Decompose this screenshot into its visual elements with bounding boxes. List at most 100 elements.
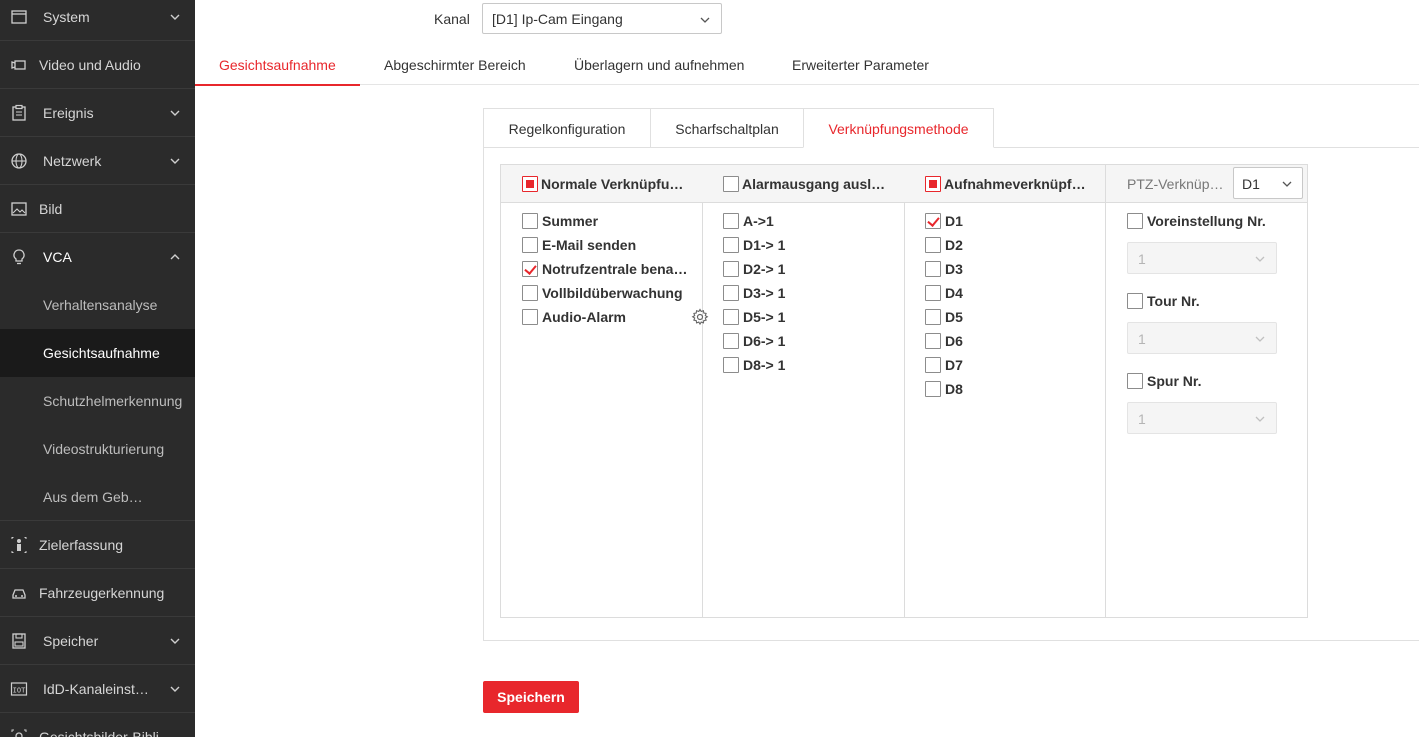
lightbulb-icon <box>13 249 25 265</box>
checkbox[interactable] <box>925 213 941 229</box>
checkbox[interactable] <box>723 357 739 373</box>
option-label: Vollbildüberwachung <box>542 285 683 301</box>
tab-ueberlagern-und-aufnehmen[interactable]: Überlagern und aufnehmen <box>574 44 744 85</box>
chevron-down-icon <box>1255 416 1265 422</box>
sidebar-subitem-label: Aus dem Geb… <box>43 489 143 505</box>
save-button[interactable]: Speichern <box>483 681 579 713</box>
option-label: D6-> 1 <box>743 333 786 349</box>
tab-verknuepfungsmethode[interactable]: Verknüpfungsmethode <box>803 108 994 148</box>
sidebar-subitem-aus-dem-geb[interactable]: Aus dem Geb… <box>0 473 195 521</box>
checkbox[interactable] <box>723 213 739 229</box>
sidebar-item-ereignis[interactable]: Ereignis <box>0 89 195 137</box>
checkbox[interactable] <box>522 213 538 229</box>
alarm-output-header: Alarmausgang ausl… <box>742 176 886 192</box>
sidebar-item-label: System <box>43 9 90 25</box>
sidebar-item-netzwerk[interactable]: Netzwerk <box>0 137 195 185</box>
checkbox[interactable] <box>925 381 941 397</box>
sidebar-subitem-schutzhelmerkennung[interactable]: Schutzhelmerkennung <box>0 377 195 425</box>
option-audio-alarm[interactable]: Audio-Alarm <box>522 308 709 326</box>
option-label: D8 <box>945 381 963 397</box>
kanal-select-value: [D1] Ip-Cam Eingang <box>492 11 623 27</box>
disk-icon <box>12 633 26 649</box>
tab-erweiterter-parameter[interactable]: Erweiterter Parameter <box>792 44 929 85</box>
record-linkage-header: Aufnahmeverknüpf… <box>944 176 1086 192</box>
chevron-down-icon <box>1255 256 1265 262</box>
sidebar-subitem-verhaltensanalyse[interactable]: Verhaltensanalyse <box>0 281 195 329</box>
option-label: D7 <box>945 357 963 373</box>
option-label: Notrufzentrale bena… <box>542 261 688 277</box>
chevron-down-icon <box>1255 336 1265 342</box>
option-label: D1 <box>945 213 963 229</box>
sidebar-item-label: Fahrzeugerkennung <box>39 585 165 601</box>
option-label: D2-> 1 <box>743 261 786 277</box>
checkbox[interactable] <box>925 333 941 349</box>
checkbox[interactable] <box>925 237 941 253</box>
option-label: Tour Nr. <box>1147 293 1200 309</box>
alarm-output-select-all-checkbox[interactable] <box>723 176 739 192</box>
checkbox[interactable] <box>1127 213 1143 229</box>
sidebar-item-zielerfassung[interactable]: Zielerfassung <box>0 521 195 569</box>
window-icon <box>11 10 27 24</box>
chevron-down-icon <box>170 14 180 20</box>
checkbox[interactable] <box>723 237 739 253</box>
sidebar-item-video-audio[interactable]: Video und Audio <box>0 41 195 89</box>
sidebar-item-gesichtsbilder-bibliothek[interactable]: Gesichtsbilder-Bibli… <box>0 713 195 737</box>
checkbox[interactable] <box>522 261 538 277</box>
sidebar-item-bild[interactable]: Bild <box>0 185 195 233</box>
sidebar-subitem-gesichtsaufnahme[interactable]: Gesichtsaufnahme <box>0 329 195 377</box>
column-header: Aufnahmeverknüpf… <box>904 165 1105 203</box>
option-label: D3-> 1 <box>743 285 786 301</box>
spur-number-select: 1 <box>1127 402 1277 434</box>
sidebar-subitem-videostrukturierung[interactable]: Videostrukturierung <box>0 425 195 473</box>
checkbox[interactable] <box>723 261 739 277</box>
option-label: D1-> 1 <box>743 237 786 253</box>
sidebar-item-fahrzeugerkennung[interactable]: Fahrzeugerkennung <box>0 569 195 617</box>
sidebar-subitem-label: Schutzhelmerkennung <box>43 393 183 409</box>
sidebar-item-idd-kanaleinstellungen[interactable]: IOT IdD-Kanaleinst… <box>0 665 195 713</box>
option-label: D2 <box>945 237 963 253</box>
option-label: D8-> 1 <box>743 357 786 373</box>
sidebar-item-speicher[interactable]: Speicher <box>0 617 195 665</box>
sidebar-subitem-label: Verhaltensanalyse <box>43 297 158 313</box>
normal-linkage-select-all-checkbox[interactable] <box>522 176 538 192</box>
option-label: E-Mail senden <box>542 237 637 253</box>
sidebar-item-label: Gesichtsbilder-Bibli… <box>39 729 173 737</box>
main-tabs: Gesichtsaufnahme Abgeschirmter Bereich Ü… <box>195 44 1419 86</box>
sidebar-item-label: Zielerfassung <box>39 537 124 553</box>
chevron-up-icon <box>170 254 180 260</box>
clipboard-icon <box>12 104 26 121</box>
person-target-icon <box>11 537 27 553</box>
sidebar-subitem-label: Videostrukturierung <box>43 441 165 457</box>
option-label: Audio-Alarm <box>542 309 626 325</box>
checkbox[interactable] <box>522 309 538 325</box>
checkbox[interactable] <box>925 357 941 373</box>
sidebar-item-vca[interactable]: VCA <box>0 233 195 281</box>
sidebar-item-label: IdD-Kanaleinst… <box>43 681 149 697</box>
ptz-channel-select[interactable]: D1 <box>1233 167 1303 199</box>
checkbox[interactable] <box>723 285 739 301</box>
tab-scharfschaltplan[interactable]: Scharfschaltplan <box>650 108 804 148</box>
alarm-output-column: Alarmausgang ausl… A->1 D1-> 1 D2-> 1 D3… <box>702 165 905 617</box>
sidebar-item-label: Video und Audio <box>39 57 141 73</box>
checkbox[interactable] <box>522 237 538 253</box>
checkbox[interactable] <box>1127 373 1143 389</box>
face-icon <box>11 729 27 737</box>
linkage-grid: Normale Verknüpfu… Summer E-Mail senden … <box>500 164 1308 618</box>
checkbox[interactable] <box>723 333 739 349</box>
select-value: 1 <box>1138 331 1146 347</box>
checkbox[interactable] <box>1127 293 1143 309</box>
checkbox[interactable] <box>925 309 941 325</box>
tab-gesichtsaufnahme[interactable]: Gesichtsaufnahme <box>195 44 360 86</box>
tab-abgeschirmter-bereich[interactable]: Abgeschirmter Bereich <box>384 44 526 85</box>
checkbox[interactable] <box>522 285 538 301</box>
record-linkage-select-all-checkbox[interactable] <box>925 176 941 192</box>
sidebar-item-label: Ereignis <box>43 105 94 121</box>
tab-regelkonfiguration[interactable]: Regelkonfiguration <box>483 108 651 148</box>
kanal-select[interactable]: [D1] Ip-Cam Eingang <box>482 3 722 34</box>
checkbox[interactable] <box>723 309 739 325</box>
checkbox[interactable] <box>925 261 941 277</box>
sidebar-item-label: Speicher <box>43 633 99 649</box>
ptz-channel-value: D1 <box>1242 176 1260 192</box>
checkbox[interactable] <box>925 285 941 301</box>
sidebar-item-system[interactable]: System <box>0 0 195 41</box>
